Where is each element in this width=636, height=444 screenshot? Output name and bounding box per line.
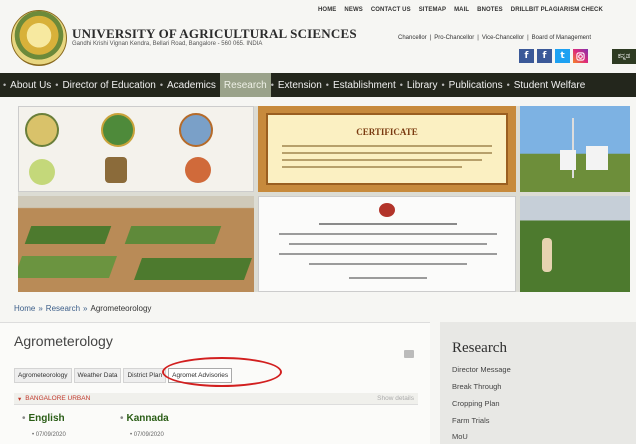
page: HOME NEWS CONTACT US SITEMAP MAIL BNOTES… (0, 0, 636, 444)
language-english[interactable]: • English (22, 413, 65, 424)
link-vice-chancellor[interactable]: Vice-Chancellor (482, 35, 524, 41)
page-title: Agrometerology (14, 333, 113, 349)
emblems-panel (18, 106, 254, 192)
toplink-sitemap[interactable]: SITEMAP (419, 7, 446, 13)
nav-academics[interactable]: Academics (163, 73, 220, 97)
nav-research[interactable]: Research (219, 73, 271, 97)
print-icon[interactable] (404, 350, 414, 358)
link-board-of-management[interactable]: Board of Management (532, 35, 591, 41)
sidebar-item-cropping-plan[interactable]: Cropping Plan (452, 399, 500, 408)
twitter-icon[interactable]: t (555, 49, 570, 63)
english-date-link[interactable]: • 07/09/2020 (32, 432, 66, 438)
nav-student-welfare[interactable]: Student Welfare (510, 73, 590, 97)
sidebar-item-director-message[interactable]: Director Message (452, 365, 511, 374)
toplink-drillbit[interactable]: DRILLBIT PLAGIARISM CHECK (511, 7, 603, 13)
social-links: f f t (519, 49, 588, 63)
university-name: UNIVERSITY OF AGRICULTURAL SCIENCES (72, 26, 357, 41)
toplink-contact[interactable]: CONTACT US (371, 7, 411, 13)
toplink-news[interactable]: NEWS (344, 7, 362, 13)
link-pro-chancellor[interactable]: Pro-Chancellor (434, 35, 474, 41)
nav-director-of-education[interactable]: Director of Education (58, 73, 159, 97)
sidebar-title: Research (452, 340, 507, 356)
nav-establishment[interactable]: Establishment (329, 73, 400, 97)
tab-district-plan[interactable]: District Plan (123, 368, 167, 383)
highlight-annotation (162, 357, 282, 387)
top-links: HOME NEWS CONTACT US SITEMAP MAIL BNOTES… (318, 7, 603, 13)
kvk-emblem-icon (29, 159, 55, 185)
weather-station-photo (520, 106, 630, 192)
breadcrumb-research[interactable]: Research (46, 304, 80, 313)
region-right-text: Show details (377, 395, 414, 402)
sidebar-item-break-through[interactable]: Break Through (452, 382, 501, 391)
officials-links: Chancellor | Pro-Chancellor | Vice-Chancel… (398, 35, 592, 41)
link-chancellor[interactable]: Chancellor (398, 35, 427, 41)
seal-icon (379, 203, 395, 217)
region-name: BANGALORE URBAN (25, 395, 91, 402)
tab-weather-data[interactable]: Weather Data (73, 368, 122, 383)
icar-emblem-icon (25, 113, 59, 147)
nav-about-us[interactable]: About Us (6, 73, 55, 97)
nav-library[interactable]: Library (403, 73, 442, 97)
caret-down-icon: ▾ (18, 395, 22, 403)
govt-emblem-icon (185, 157, 211, 183)
kannada-language-button[interactable]: ಕನ್ನಡ (612, 49, 636, 64)
breadcrumb-current: Agrometeorology (90, 304, 152, 313)
region-header[interactable]: ▾ BANGALORE URBAN Show details (14, 393, 418, 405)
tab-agrometeorology[interactable]: Agrometeorology (14, 368, 72, 383)
sidebar-item-mou[interactable]: MoU (452, 432, 468, 441)
toplink-home[interactable]: HOME (318, 7, 336, 13)
language-kannada[interactable]: • Kannada (120, 413, 169, 424)
crop-field-photo (520, 196, 630, 292)
ashoka-emblem-icon (105, 157, 127, 183)
imd-emblem-icon (179, 113, 213, 147)
breadcrumb-home[interactable]: Home (14, 304, 35, 313)
sidebar-item-farm-trials[interactable]: Farm Trials (452, 416, 490, 425)
certificate-heading: CERTIFICATE (356, 127, 418, 137)
banner-collage: CERTIFICATE (18, 106, 630, 292)
instagram-icon[interactable] (573, 49, 588, 63)
nav-publications[interactable]: Publications (445, 73, 507, 97)
ministry-emblem-icon (101, 113, 135, 147)
main-nav: • About Us • Director of Education • Aca… (0, 73, 636, 97)
facebook-icon[interactable]: f (519, 49, 534, 63)
toplink-mail[interactable]: MAIL (454, 7, 469, 13)
breadcrumb: Home » Research » Agrometeorology (14, 304, 152, 313)
university-address: Gandhi Krishi Vignan Kendra, Bellari Roa… (72, 41, 263, 47)
kannada-date-link[interactable]: • 07/09/2020 (130, 432, 164, 438)
letter-panel (258, 196, 516, 292)
toplink-bnotes[interactable]: BNOTES (477, 7, 503, 13)
certificate-panel: CERTIFICATE (258, 106, 516, 192)
nav-extension[interactable]: Extension (274, 73, 326, 97)
field-photo (18, 196, 254, 292)
university-logo[interactable] (11, 10, 67, 66)
facebook-icon[interactable]: f (537, 49, 552, 63)
